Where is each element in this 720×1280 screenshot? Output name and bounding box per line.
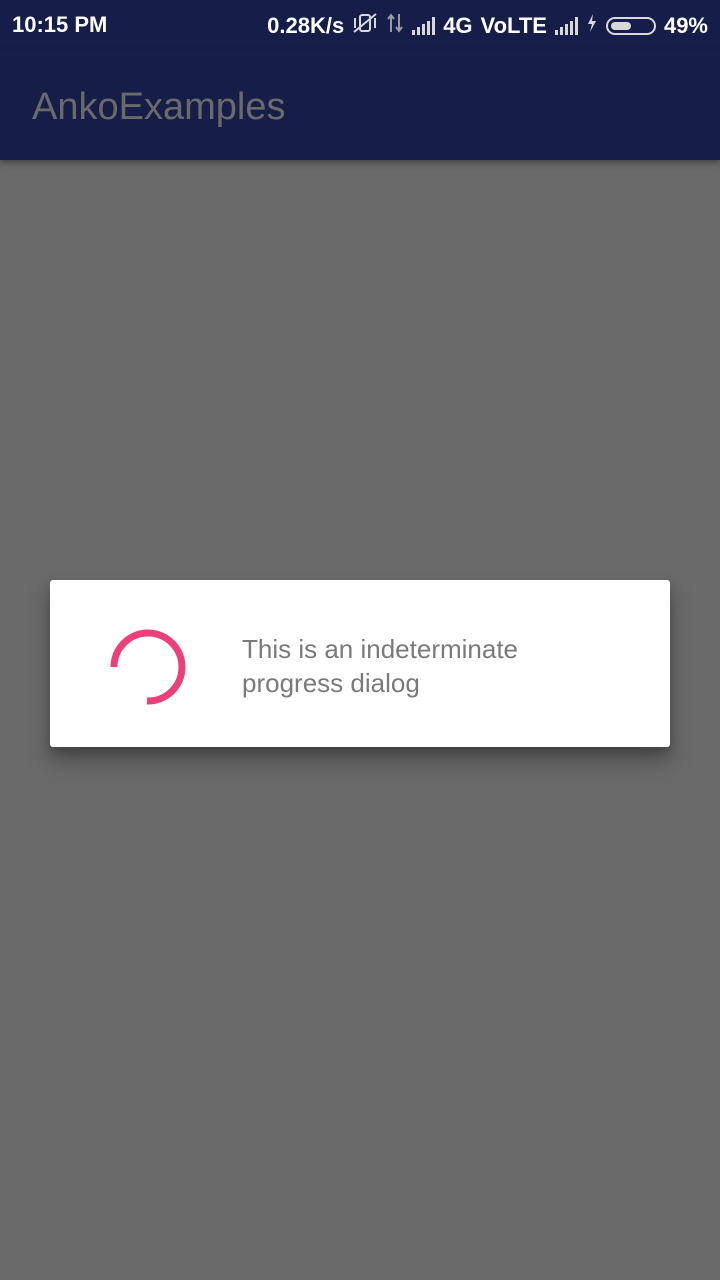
vibrate-off-icon — [352, 12, 378, 40]
battery-percent: 49% — [663, 13, 708, 38]
progress-spinner-icon — [110, 629, 186, 705]
signal-icon — [412, 17, 436, 35]
status-bar: 10:15 PM 0.28K/s 4G VoLTE 49% — [0, 0, 720, 50]
battery-icon — [605, 17, 656, 35]
network-speed: 0.28K/s — [267, 13, 345, 38]
volte-label: VoLTE — [480, 13, 547, 38]
spinner-arc — [110, 629, 186, 705]
battery-level-fill — [610, 22, 631, 30]
network-type: 4G — [443, 13, 473, 38]
app-bar: AnkoExamples — [0, 50, 720, 160]
status-right-group: 0.28K/s 4G VoLTE 49% — [267, 12, 708, 40]
status-time: 10:15 PM — [12, 12, 108, 37]
signal-icon — [554, 17, 578, 35]
progress-dialog: This is an indeterminate progress dialog — [50, 580, 670, 747]
dialog-message: This is an indeterminate progress dialog — [242, 634, 519, 698]
screen: 10:15 PM 0.28K/s 4G VoLTE 49% AnkoExampl… — [0, 0, 720, 1280]
app-title: AnkoExamples — [32, 86, 286, 128]
data-transfer-icon — [386, 12, 404, 40]
charging-icon — [586, 13, 598, 39]
